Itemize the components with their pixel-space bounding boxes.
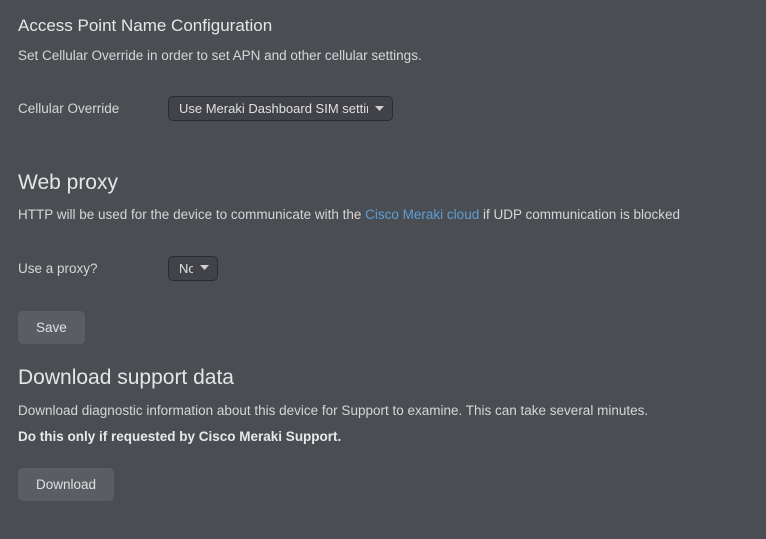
- apn-description: Set Cellular Override in order to set AP…: [18, 46, 748, 66]
- webproxy-desc-before: HTTP will be used for the device to comm…: [18, 207, 365, 222]
- webproxy-section: Web proxy HTTP will be used for the devi…: [18, 171, 748, 343]
- apn-title: Access Point Name Configuration: [18, 16, 748, 36]
- use-proxy-label: Use a proxy?: [18, 261, 168, 276]
- cisco-meraki-cloud-link[interactable]: Cisco Meraki cloud: [365, 207, 479, 222]
- download-description: Download diagnostic information about th…: [18, 400, 748, 422]
- apn-form-row: Cellular Override Use Meraki Dashboard S…: [18, 96, 748, 121]
- proxy-form-row: Use a proxy? No: [18, 256, 748, 281]
- save-button[interactable]: Save: [18, 311, 85, 344]
- apn-section: Access Point Name Configuration Set Cell…: [18, 16, 748, 121]
- webproxy-description: HTTP will be used for the device to comm…: [18, 205, 748, 225]
- cellular-override-select[interactable]: Use Meraki Dashboard SIM settings: [168, 96, 393, 121]
- use-proxy-select[interactable]: No: [168, 256, 218, 281]
- cellular-override-label: Cellular Override: [18, 101, 168, 116]
- webproxy-desc-after: if UDP communication is blocked: [479, 207, 680, 222]
- download-title: Download support data: [18, 366, 748, 390]
- webproxy-title: Web proxy: [18, 171, 748, 195]
- download-warning: Do this only if requested by Cisco Merak…: [18, 429, 748, 444]
- download-button[interactable]: Download: [18, 468, 114, 501]
- download-section: Download support data Download diagnosti…: [18, 366, 748, 502]
